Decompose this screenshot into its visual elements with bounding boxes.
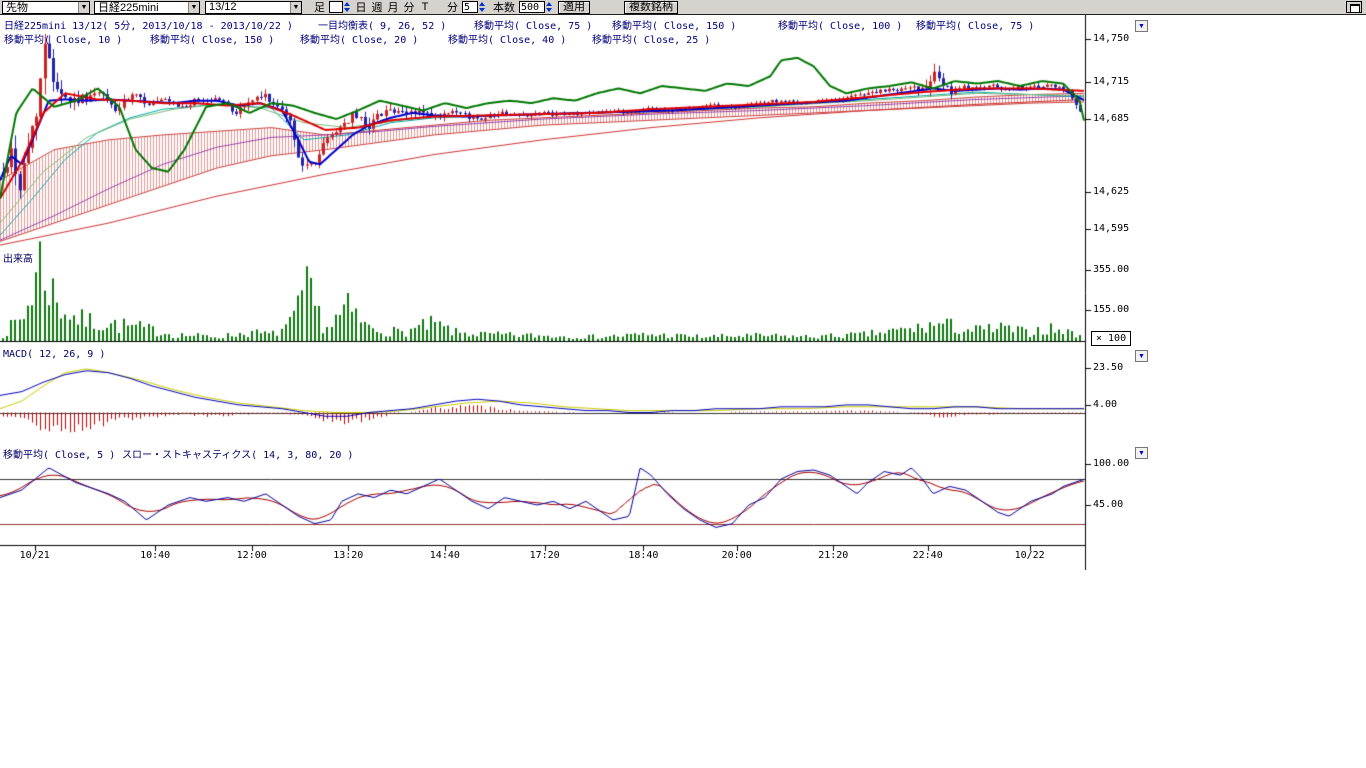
spinner-icon[interactable]	[546, 1, 552, 13]
price-pane-menu-button[interactable]: ▼	[1135, 20, 1148, 32]
contract-month-dropdown[interactable]: 13/12 ▼	[205, 1, 302, 14]
bar-count-label: 本数	[493, 0, 515, 15]
spinner-icon[interactable]	[479, 1, 485, 13]
symbol-dropdown[interactable]: 日経225mini ▼	[94, 1, 200, 14]
stoch-pane-title[interactable]: スロー・ストキャスティクス( 14, 3, 80, 20 )	[122, 446, 353, 461]
indicator-legend[interactable]: 移動平均( Close, 40 )	[448, 31, 566, 46]
period-week-button[interactable]: 週	[369, 0, 385, 15]
apply-button[interactable]: 適用	[558, 1, 590, 14]
bar-count-input[interactable]	[519, 1, 545, 13]
period-day-button[interactable]: 日	[353, 0, 369, 15]
chevron-down-icon: ▼	[78, 2, 89, 13]
indicator-legend[interactable]: 移動平均( Close, 75 )	[916, 17, 1034, 32]
chevron-down-icon: ▼	[188, 2, 199, 13]
macd-pane-title[interactable]: MACD( 12, 26, 9 )	[3, 349, 105, 360]
bar-interval-input[interactable]	[329, 1, 343, 13]
multi-symbol-button[interactable]: 複数銘柄	[624, 1, 678, 14]
minute-value-input[interactable]	[462, 1, 478, 13]
indicator-legend[interactable]: 移動平均( Close, 150 )	[150, 31, 274, 46]
stoch-ma-title[interactable]: 移動平均( Close, 5 )	[3, 446, 115, 461]
indicator-legend[interactable]: 移動平均( Close, 150 )	[612, 17, 736, 32]
volume-pane-title[interactable]: 出来高	[3, 250, 33, 265]
symbol-value: 日経225mini	[98, 0, 159, 15]
period-tick-button[interactable]: T	[417, 1, 433, 13]
indicator-legend[interactable]: 移動平均( Close, 75 )	[474, 17, 592, 32]
chevron-down-icon: ▼	[290, 2, 301, 13]
indicator-legend[interactable]: 移動平均( Close, 100 )	[778, 17, 902, 32]
stoch-pane-menu-button[interactable]: ▼	[1135, 447, 1148, 459]
bar-type-label: 足	[314, 0, 325, 15]
instrument-type-dropdown[interactable]: 先物 ▼	[2, 1, 90, 14]
indicator-legend[interactable]: 一目均衡表( 9, 26, 52 )	[318, 17, 446, 32]
chart-window: 先物 ▼ 日経225mini ▼ 13/12 ▼ 足 日 週 月 分 T 分 本…	[0, 0, 1366, 768]
indicator-legend[interactable]: 移動平均( Close, 10 )	[4, 31, 122, 46]
period-minute-button[interactable]: 分	[401, 0, 417, 15]
indicator-legend[interactable]: 移動平均( Close, 20 )	[300, 31, 418, 46]
period-month-button[interactable]: 月	[385, 0, 401, 15]
contract-month-value: 13/12	[209, 1, 237, 13]
instrument-type-value: 先物	[6, 0, 28, 15]
indicator-legend[interactable]: 移動平均( Close, 25 )	[592, 31, 710, 46]
macd-pane-menu-button[interactable]: ▼	[1135, 350, 1148, 362]
toolbar: 先物 ▼ 日経225mini ▼ 13/12 ▼ 足 日 週 月 分 T 分 本…	[0, 0, 1366, 15]
minute-label: 分	[447, 0, 458, 15]
indicator-legend[interactable]: 日経225mini 13/12( 5分, 2013/10/18 - 2013/1…	[4, 17, 293, 32]
window-control-button[interactable]	[1346, 1, 1362, 13]
price-chart-canvas[interactable]	[0, 15, 1100, 570]
spinner-icon[interactable]	[344, 1, 350, 13]
